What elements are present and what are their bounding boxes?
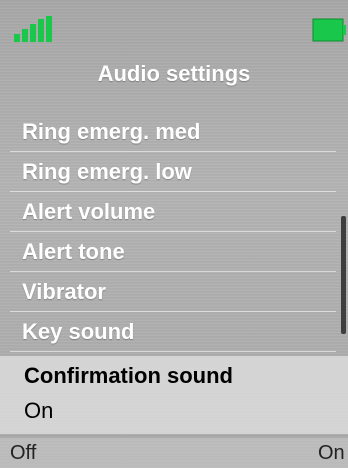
list-item-key-sound[interactable]: Key sound bbox=[10, 312, 336, 352]
list-item-confirmation-sound[interactable]: Confirmation sound On bbox=[0, 356, 348, 434]
battery-icon bbox=[312, 18, 346, 42]
list-item-ring-emerg-low[interactable]: Ring emerg. low bbox=[10, 152, 336, 192]
softkey-right-button[interactable]: On bbox=[318, 440, 344, 466]
list-item-ring-emerg-med[interactable]: Ring emerg. med bbox=[10, 112, 336, 152]
signal-strength-icon bbox=[14, 16, 52, 42]
list-item-alert-volume[interactable]: Alert volume bbox=[10, 192, 336, 232]
selected-item-label: Confirmation sound bbox=[24, 363, 233, 388]
status-bar bbox=[0, 0, 348, 50]
softkey-left-button[interactable]: Off bbox=[10, 440, 36, 466]
list-item-alert-tone[interactable]: Alert tone bbox=[10, 232, 336, 272]
list-item-vibrator[interactable]: Vibrator bbox=[10, 272, 336, 312]
settings-list: Ring emerg. med Ring emerg. low Alert vo… bbox=[0, 112, 348, 352]
page-title: Audio settings bbox=[97, 61, 251, 86]
softkey-bar: Off On bbox=[0, 438, 348, 468]
scrollbar[interactable] bbox=[341, 216, 346, 334]
selected-item-value: On bbox=[24, 398, 54, 423]
